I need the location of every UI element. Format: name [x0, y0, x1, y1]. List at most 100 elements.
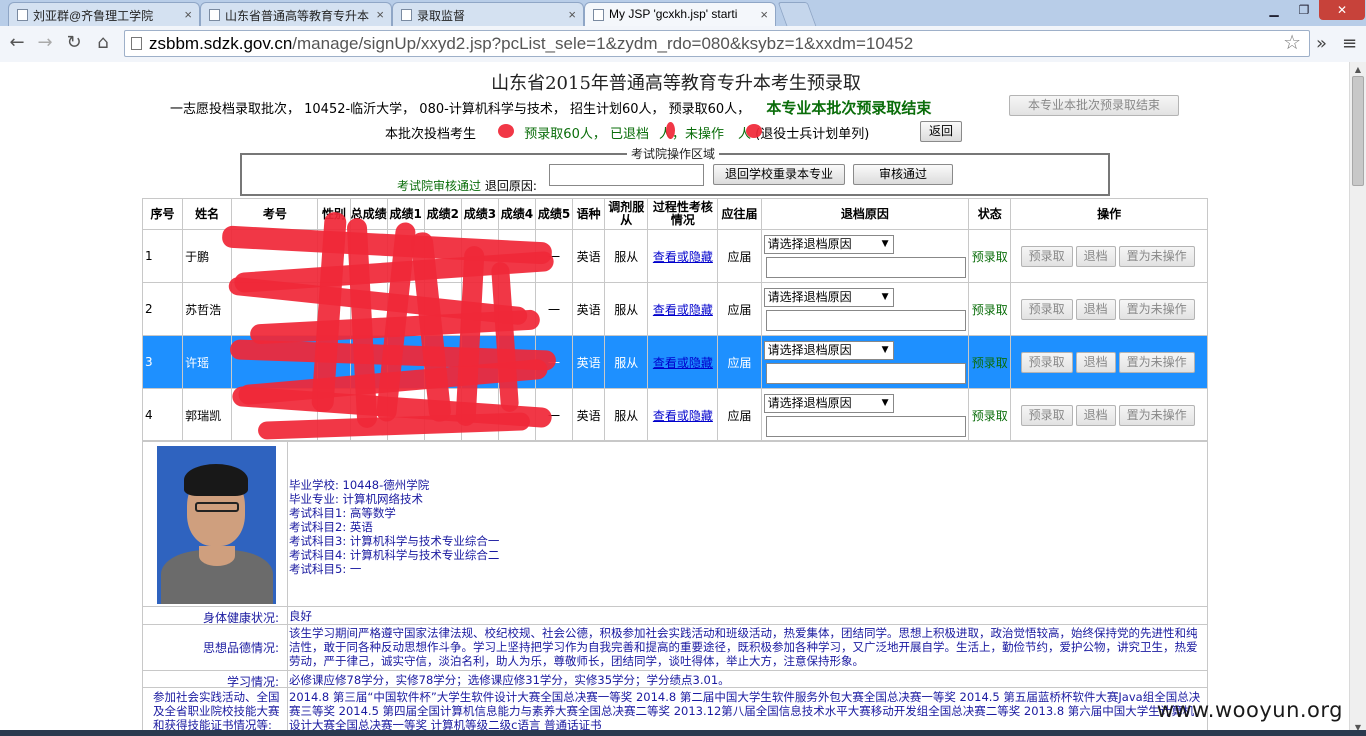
- page-icon: [209, 9, 220, 21]
- row-status: 预录取: [968, 335, 1012, 389]
- col-header: 语种: [572, 198, 606, 230]
- back-button[interactable]: 返回: [920, 121, 962, 142]
- bookmark-star-icon[interactable]: ☆: [1283, 31, 1301, 56]
- batch-info: 一志愿投档录取批次， 10452-临沂大学， 080-计算机科学与技术， 招生计…: [170, 97, 931, 118]
- vertical-scrollbar[interactable]: ▲ ▼: [1349, 62, 1366, 736]
- row-score5: 一: [535, 282, 574, 336]
- stat-prefix: 本批次投档考生: [385, 127, 477, 142]
- reason-select-value: 请选择退档原因: [767, 236, 852, 251]
- minimize-icon[interactable]: ▁: [1259, 0, 1289, 20]
- close-icon[interactable]: ×: [568, 7, 576, 22]
- row-language: 英语: [572, 335, 606, 389]
- row-status: 预录取: [968, 282, 1012, 336]
- row-name: 郭瑞凯: [182, 388, 233, 442]
- toggle-detail-link[interactable]: 查看或隐藏: [653, 303, 713, 317]
- col-header: 成绩3: [460, 198, 499, 230]
- reason-select[interactable]: 请选择退档原因 ▼: [763, 234, 894, 254]
- info-subject5: 考试科目5: 一: [289, 562, 362, 576]
- tab-2[interactable]: 山东省普通高等教育专升本 ×: [200, 2, 392, 26]
- divider: [143, 687, 1207, 688]
- row-grad: 应届: [717, 282, 762, 336]
- col-header: 过程性考核情况: [647, 198, 719, 230]
- row-status: 预录取: [968, 229, 1012, 283]
- reset-button[interactable]: 置为未操作: [1118, 298, 1195, 320]
- close-icon[interactable]: ×: [760, 7, 768, 22]
- toolbar: ← → ↻ ⌂ zsbbm.sdzk.gov.cn/manage/signUp/…: [0, 26, 1366, 62]
- close-icon[interactable]: ×: [376, 7, 384, 22]
- reason-select-value: 请选择退档原因: [767, 289, 852, 304]
- window-close-icon[interactable]: ✕: [1319, 0, 1365, 20]
- chevron-down-icon: ▼: [881, 291, 889, 302]
- page-content: 山东省2015年普通高等教育专升本考生预录取 一志愿投档录取批次， 10452-…: [0, 62, 1349, 736]
- chevron-down-icon: ▼: [881, 397, 889, 408]
- url-domain: zsbbm.sdzk.gov.cn: [149, 34, 293, 53]
- reason-text-input[interactable]: [765, 362, 966, 384]
- toggle-detail-link[interactable]: 查看或隐藏: [653, 409, 713, 423]
- tab-4-active[interactable]: My JSP 'gcxkh.jsp' starti ×: [584, 2, 776, 27]
- scrollbar-thumb[interactable]: [1352, 76, 1364, 186]
- pre-admit-button[interactable]: 预录取: [1020, 298, 1073, 320]
- page-icon: [593, 9, 604, 21]
- reset-button[interactable]: 置为未操作: [1118, 404, 1195, 426]
- address-bar[interactable]: zsbbm.sdzk.gov.cn/manage/signUp/xxyd2.js…: [124, 30, 1310, 57]
- home-icon[interactable]: ⌂: [92, 32, 114, 54]
- withdraw-button[interactable]: 退档: [1075, 245, 1116, 267]
- reason-label: 退回原因:: [484, 179, 537, 193]
- close-icon[interactable]: ×: [184, 7, 192, 22]
- study-value: 必修课应修78学分，实修78学分；选修课应修31学分，实修35学分；学分绩点3.…: [289, 673, 730, 687]
- return-to-school-button[interactable]: 退回学校重录本专业: [713, 164, 845, 185]
- col-header: 序号: [141, 198, 184, 230]
- col-header: 成绩4: [497, 198, 537, 230]
- withdraw-button[interactable]: 退档: [1075, 351, 1116, 373]
- row-status: 预录取: [968, 388, 1012, 442]
- tab-label: 录取监督: [417, 9, 466, 23]
- withdraw-button[interactable]: 退档: [1075, 404, 1116, 426]
- withdraw-button[interactable]: 退档: [1075, 298, 1116, 320]
- menu-icon[interactable]: ≡: [1342, 33, 1357, 54]
- row-no: 3: [141, 335, 184, 389]
- new-tab-button[interactable]: [777, 2, 817, 26]
- row-language: 英语: [572, 388, 606, 442]
- back-arrow-icon[interactable]: ←: [6, 32, 28, 54]
- info-major: 毕业专业: 计算机网络技术: [289, 492, 424, 506]
- reason-text-input[interactable]: [765, 309, 966, 331]
- tab-1[interactable]: 刘亚群@齐鲁理工学院 ×: [8, 2, 200, 26]
- reason-text-input[interactable]: [765, 256, 966, 278]
- approve-button[interactable]: 审核通过: [853, 164, 953, 185]
- row-obey: 服从: [604, 229, 649, 283]
- stat-note: (退役士兵计划单列): [755, 127, 870, 142]
- reason-select[interactable]: 请选择退档原因 ▼: [763, 287, 894, 307]
- finish-batch-button[interactable]: 本专业本批次预录取结束: [1009, 95, 1179, 116]
- col-header: 应往届: [717, 198, 762, 230]
- return-reason-input[interactable]: [549, 164, 704, 186]
- forward-arrow-icon[interactable]: →: [34, 32, 56, 54]
- toggle-detail-link[interactable]: 查看或隐藏: [653, 356, 713, 370]
- pre-admit-button[interactable]: 预录取: [1020, 404, 1073, 426]
- area-row: 考试院审核通过 退回原因:: [397, 177, 537, 194]
- reset-button[interactable]: 置为未操作: [1118, 351, 1195, 373]
- reason-select[interactable]: 请选择退档原因 ▼: [763, 393, 894, 413]
- reason-select[interactable]: 请选择退档原因 ▼: [763, 340, 894, 360]
- browser-chrome: 刘亚群@齐鲁理工学院 × 山东省普通高等教育专升本 × 录取监督 × My JS…: [0, 0, 1366, 62]
- toggle-detail-link[interactable]: 查看或隐藏: [653, 250, 713, 264]
- pre-admit-button[interactable]: 预录取: [1020, 351, 1073, 373]
- taskbar: [0, 730, 1366, 736]
- reason-text-input[interactable]: [765, 415, 966, 437]
- maximize-icon[interactable]: ❐: [1289, 0, 1319, 20]
- row-grad: 应届: [717, 229, 762, 283]
- page-icon: [131, 37, 142, 50]
- reset-button[interactable]: 置为未操作: [1118, 245, 1195, 267]
- stat-green: 预录取60人， 已退档: [524, 127, 649, 142]
- divider: [143, 670, 1207, 671]
- audit-label: 考试院审核通过: [397, 179, 482, 193]
- chevron-down-icon: ▼: [881, 344, 889, 355]
- reload-icon[interactable]: ↻: [63, 32, 85, 54]
- tab-3[interactable]: 录取监督 ×: [392, 2, 584, 26]
- redaction-mark: [666, 122, 675, 139]
- info-subject2: 考试科目2: 英语: [289, 520, 373, 534]
- chevron-down-icon: ▼: [881, 238, 889, 249]
- area-legend: 考试院操作区域: [631, 147, 716, 161]
- award-label: 参加社会实践活动、全国及全省职业院校技能大赛和获得技能证书情况等:: [153, 690, 280, 732]
- extensions-chevron-icon[interactable]: »: [1316, 33, 1327, 54]
- pre-admit-button[interactable]: 预录取: [1020, 245, 1073, 267]
